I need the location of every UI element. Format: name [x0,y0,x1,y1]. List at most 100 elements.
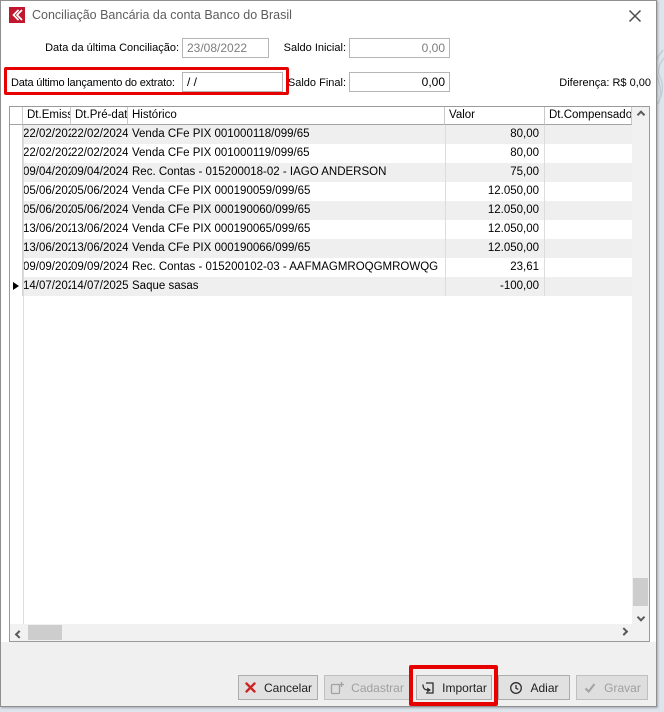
row-selector-cell[interactable] [10,182,23,201]
cell-dt-emissao[interactable]: 05/06/2024 [23,201,71,220]
cell-historico[interactable]: Venda CFe PIX 000190065/099/65 [128,220,445,239]
vertical-scrollbar[interactable] [632,107,649,624]
table-row[interactable]: 13/06/2024 13/06/2024 Venda CFe PIX 0001… [10,220,632,239]
cell-historico[interactable]: Saque sasas [128,277,445,296]
cell-dt-emissao[interactable]: 22/02/2024 [23,144,71,163]
chevron-left-icon [14,630,22,638]
cell-dt-pre-datado[interactable]: 05/06/2024 [71,182,128,201]
close-icon[interactable] [627,8,643,24]
postpone-button[interactable]: Adiar [498,675,570,700]
cell-dt-pre-datado[interactable]: 05/06/2024 [71,201,128,220]
row-selector-cell[interactable] [10,144,23,163]
cell-dt-emissao[interactable]: 22/02/2024 [23,125,71,144]
table-row[interactable]: 22/02/2024 22/02/2024 Venda CFe PIX 0010… [10,125,632,144]
cell-valor[interactable]: -100,00 [445,277,545,296]
transactions-grid: Dt.Emissão Dt.Pré-datado Histórico Valor… [9,106,650,642]
cell-dt-pre-datado[interactable]: 09/09/2024 [71,258,128,277]
cancel-x-icon [244,681,257,694]
postpone-button-label: Adiar [530,681,558,695]
vertical-scrollbar-thumb[interactable] [633,578,648,606]
cell-dt-compensado[interactable] [545,125,632,144]
row-selector-cell[interactable] [10,277,23,296]
cell-valor[interactable]: 12.050,00 [445,220,545,239]
dialog-window: Conciliação Bancária da conta Banco do B… [0,0,657,707]
scroll-up-button[interactable] [632,107,649,124]
row-selector-cell[interactable] [10,163,23,182]
cell-dt-compensado[interactable] [545,163,632,182]
save-button: Gravar [576,675,648,700]
cancel-button[interactable]: Cancelar [238,675,318,700]
difference-label: Diferença: R$ 0,00 [559,77,651,89]
horizontal-scrollbar[interactable] [10,624,632,641]
table-row[interactable]: 05/06/2024 05/06/2024 Venda CFe PIX 0001… [10,182,632,201]
cell-dt-compensado[interactable] [545,144,632,163]
last-reconciliation-label: Data da última Conciliação: [1,42,179,54]
title-bar[interactable]: Conciliação Bancária da conta Banco do B… [1,1,656,29]
cell-historico[interactable]: Venda CFe PIX 000190066/099/65 [128,239,445,258]
cell-dt-emissao[interactable]: 14/07/2025 [23,277,71,296]
button-row: Cancelar Cadastrar [238,675,648,700]
scroll-right-button[interactable] [615,624,632,641]
row-selector-cell[interactable] [10,125,23,144]
cell-valor[interactable]: 12.050,00 [445,201,545,220]
column-header-valor[interactable]: Valor [445,107,545,125]
cell-dt-compensado[interactable] [545,239,632,258]
import-button[interactable]: Importar [416,675,492,700]
cell-dt-compensado[interactable] [545,201,632,220]
cell-dt-pre-datado[interactable]: 13/06/2024 [71,239,128,258]
initial-balance-input [349,38,450,58]
cell-historico[interactable]: Rec. Contas - 015200102-03 - AAFMAGMROQG… [128,258,445,277]
last-statement-entry-label: Data último lançamento do extrato: [11,77,175,89]
cell-valor[interactable]: 23,61 [445,258,545,277]
column-header-dt-emissao[interactable]: Dt.Emissão [23,107,71,125]
cell-dt-compensado[interactable] [545,220,632,239]
window-title: Conciliação Bancária da conta Banco do B… [32,8,292,22]
cell-dt-compensado[interactable] [545,258,632,277]
cell-historico[interactable]: Venda CFe PIX 000190060/099/65 [128,201,445,220]
table-row[interactable]: 09/09/2024 09/09/2024 Rec. Contas - 0152… [10,258,632,277]
cell-dt-emissao[interactable]: 05/06/2024 [23,182,71,201]
cell-dt-emissao[interactable]: 13/06/2024 [23,239,71,258]
cell-dt-pre-datado[interactable]: 22/02/2024 [71,125,128,144]
column-header-historico[interactable]: Histórico [128,107,445,125]
cell-dt-emissao[interactable]: 13/06/2024 [23,220,71,239]
cell-valor[interactable]: 80,00 [445,144,545,163]
table-row[interactable]: 05/06/2024 05/06/2024 Venda CFe PIX 0001… [10,201,632,220]
cell-valor[interactable]: 12.050,00 [445,239,545,258]
cell-valor[interactable]: 80,00 [445,125,545,144]
cell-dt-emissao[interactable]: 09/04/2024 [23,163,71,182]
import-button-wrapper: Importar [416,675,492,700]
cell-historico[interactable]: Venda CFe PIX 001000119/099/65 [128,144,445,163]
save-button-label: Gravar [604,681,641,695]
cell-dt-compensado[interactable] [545,182,632,201]
cell-historico[interactable]: Venda CFe PIX 001000118/099/65 [128,125,445,144]
table-row[interactable]: 22/02/2024 22/02/2024 Venda CFe PIX 0010… [10,144,632,163]
row-selector-cell[interactable] [10,258,23,277]
table-row[interactable]: 13/06/2024 13/06/2024 Venda CFe PIX 0001… [10,239,632,258]
cell-valor[interactable]: 12.050,00 [445,182,545,201]
cell-dt-pre-datado[interactable]: 22/02/2024 [71,144,128,163]
cell-historico[interactable]: Venda CFe PIX 000190059/099/65 [128,182,445,201]
horizontal-scrollbar-thumb[interactable] [28,625,62,640]
scroll-left-button[interactable] [10,624,27,641]
cell-dt-pre-datado[interactable]: 14/07/2025 [71,277,128,296]
cell-valor[interactable]: 75,00 [445,163,545,182]
row-selector-cell[interactable] [10,239,23,258]
register-button-label: Cadastrar [351,681,404,695]
row-selector-cell[interactable] [10,220,23,239]
column-header-dt-pre-datado[interactable]: Dt.Pré-datado [71,107,128,125]
final-balance-input[interactable] [349,72,450,92]
row-selector-cell[interactable] [10,201,23,220]
cell-dt-pre-datado[interactable]: 13/06/2024 [71,220,128,239]
column-header-dt-compensado[interactable]: Dt.Compensado [545,107,632,125]
table-row[interactable]: 14/07/2025 14/07/2025 Saque sasas -100,0… [10,277,632,296]
cell-dt-pre-datado[interactable]: 09/04/2024 [71,163,128,182]
cell-dt-emissao[interactable]: 09/09/2024 [23,258,71,277]
cell-dt-compensado[interactable] [545,277,632,296]
desktop-background: Conciliação Bancária da conta Banco do B… [0,0,664,712]
table-row[interactable]: 09/04/2024 09/04/2024 Rec. Contas - 0152… [10,163,632,182]
scroll-down-button[interactable] [632,607,649,624]
cancel-button-label: Cancelar [264,681,312,695]
cell-historico[interactable]: Rec. Contas - 015200018-02 - IAGO ANDERS… [128,163,445,182]
final-balance-label: Saldo Final: [246,77,346,89]
